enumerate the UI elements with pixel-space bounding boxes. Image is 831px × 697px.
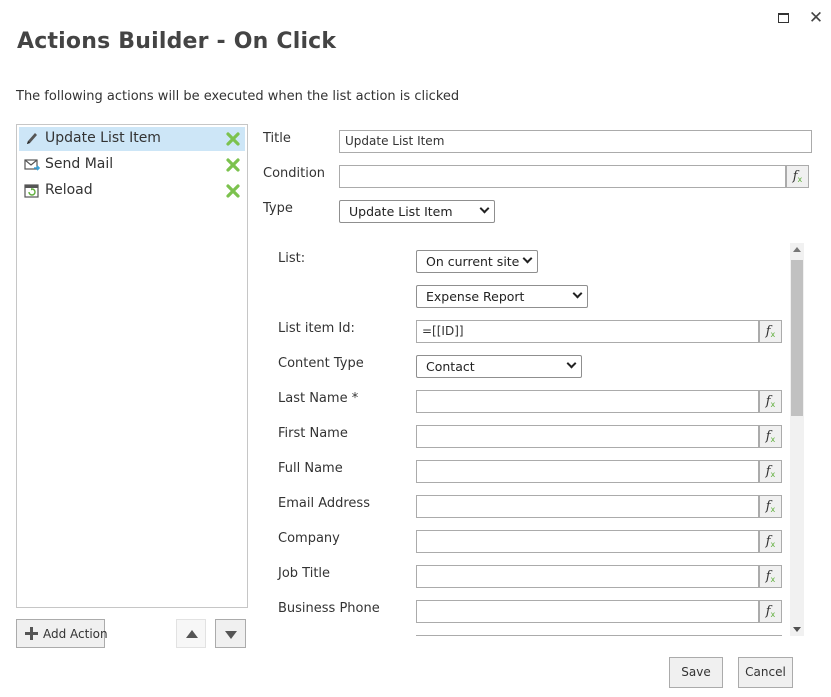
formula-button[interactable]: fx xyxy=(759,320,782,343)
delete-action-icon[interactable] xyxy=(225,131,241,147)
title-input[interactable]: Update List Item xyxy=(339,130,812,153)
dialog-subtitle: The following actions will be executed w… xyxy=(16,89,460,104)
condition-input[interactable] xyxy=(339,165,786,188)
formula-button[interactable]: fx xyxy=(759,390,782,413)
action-item-label: Reload xyxy=(45,182,93,198)
formula-button[interactable]: fx xyxy=(759,600,782,623)
next-field-input[interactable] xyxy=(416,635,759,636)
business-phone-input[interactable] xyxy=(416,600,759,623)
formula-button[interactable]: fx xyxy=(786,165,809,188)
business-phone-label: Business Phone xyxy=(278,601,380,616)
list-item-id-input[interactable]: =[[ID]] xyxy=(416,320,759,343)
action-item-update-list-item[interactable]: Update List Item xyxy=(19,127,245,151)
company-input[interactable] xyxy=(416,530,759,553)
reload-icon xyxy=(24,183,40,199)
dialog-title: Actions Builder - On Click xyxy=(17,29,337,54)
window-maximize-icon[interactable] xyxy=(774,8,794,28)
formula-button[interactable]: fx xyxy=(759,425,782,448)
email-address-label: Email Address xyxy=(278,496,370,511)
plus-icon xyxy=(25,627,38,640)
formula-button[interactable]: fx xyxy=(759,565,782,588)
scroll-up-icon[interactable] xyxy=(793,247,801,252)
action-item-label: Update List Item xyxy=(45,130,161,146)
job-title-label: Job Title xyxy=(278,566,331,581)
action-item-send-mail[interactable]: Send Mail xyxy=(19,153,245,177)
arrow-up-icon xyxy=(186,630,198,638)
last-name-input[interactable] xyxy=(416,390,759,413)
title-label: Title xyxy=(263,131,291,146)
formula-button[interactable]: fx xyxy=(759,495,782,518)
company-label: Company xyxy=(278,531,340,546)
list-select[interactable]: Expense Report xyxy=(416,285,588,308)
arrow-down-icon xyxy=(225,631,237,639)
full-name-input[interactable] xyxy=(416,460,759,483)
delete-action-icon[interactable] xyxy=(225,157,241,173)
action-item-reload[interactable]: Reload xyxy=(19,179,245,203)
pencil-icon xyxy=(24,131,40,147)
condition-label: Condition xyxy=(263,166,326,181)
mail-icon xyxy=(24,157,41,173)
first-name-input[interactable] xyxy=(416,425,759,448)
last-name-label: Last Name * xyxy=(278,391,359,406)
email-address-input[interactable] xyxy=(416,495,759,518)
delete-action-icon[interactable] xyxy=(225,183,241,199)
content-type-label: Content Type xyxy=(278,356,364,371)
list-label: List: xyxy=(278,251,306,266)
formula-button[interactable]: fx xyxy=(759,460,782,483)
formula-button[interactable]: fx xyxy=(759,530,782,553)
type-select[interactable]: Update List Item xyxy=(339,200,495,223)
action-item-label: Send Mail xyxy=(45,156,114,172)
scroll-down-icon[interactable] xyxy=(793,627,801,632)
full-name-label: Full Name xyxy=(278,461,343,476)
list-item-id-label: List item Id: xyxy=(278,321,355,336)
cancel-button[interactable]: Cancel xyxy=(738,657,793,688)
move-up-button[interactable] xyxy=(176,619,206,648)
add-action-button[interactable]: Add Action xyxy=(16,619,108,648)
window-close-icon[interactable]: ✕ xyxy=(806,8,826,28)
first-name-label: First Name xyxy=(278,426,348,441)
formula-button[interactable] xyxy=(759,635,782,636)
action-details-panel: List: On current site Expense Report Lis… xyxy=(262,243,790,636)
job-title-input[interactable] xyxy=(416,565,759,588)
move-down-button[interactable] xyxy=(215,619,246,648)
content-type-select[interactable]: Contact xyxy=(416,355,582,378)
action-list: Update List Item Send Mail Reload xyxy=(16,124,248,608)
save-button[interactable]: Save xyxy=(669,657,723,688)
site-select[interactable]: On current site xyxy=(416,250,538,273)
type-label: Type xyxy=(263,201,293,216)
scrollbar-thumb[interactable] xyxy=(791,260,803,416)
